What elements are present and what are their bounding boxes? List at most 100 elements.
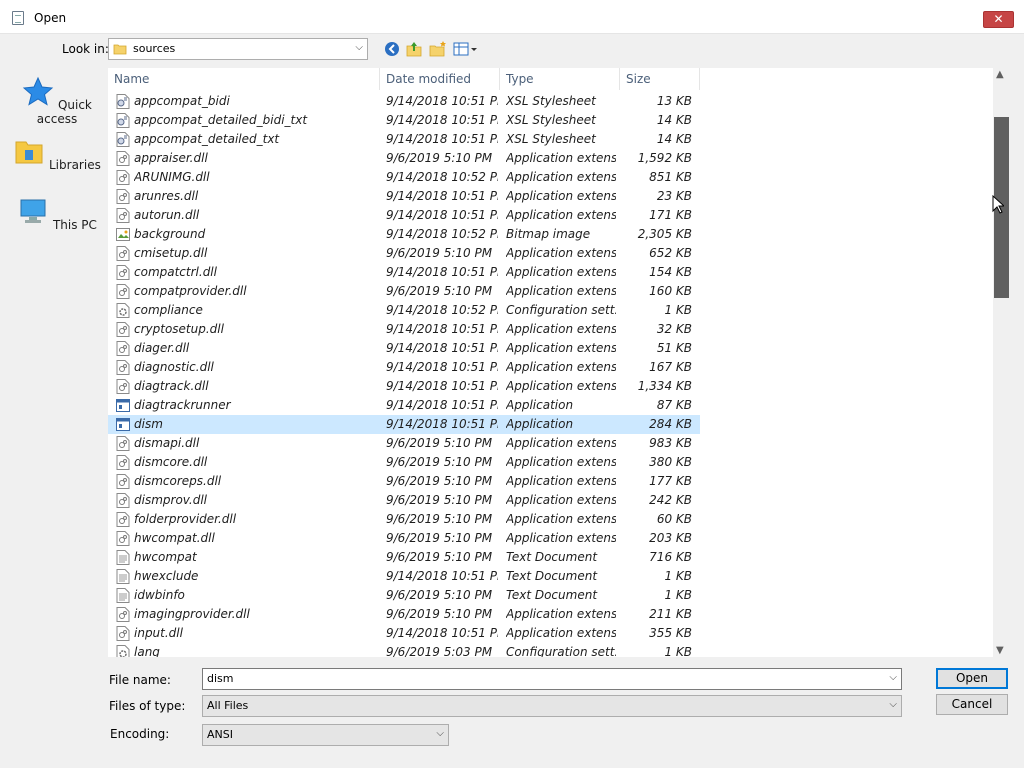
file-date: 9/14/2018 10:51 PM: [386, 626, 498, 640]
dll-file-icon: [116, 607, 130, 622]
cancel-button[interactable]: Cancel: [936, 694, 1008, 715]
file-row[interactable]: imagingprovider.dll 9/6/2019 5:10 PM Appli…: [108, 605, 700, 624]
file-type: Application extens...: [506, 265, 616, 279]
file-row[interactable]: arunres.dll 9/14/2018 10:51 PM Application…: [108, 187, 700, 206]
view-menu-icon[interactable]: [452, 40, 478, 58]
file-date: 9/6/2019 5:10 PM: [386, 550, 493, 564]
file-row[interactable]: background 9/14/2018 10:52 PM Bitmap image…: [108, 225, 700, 244]
dll-file-icon: [116, 322, 130, 337]
back-icon[interactable]: [382, 40, 402, 58]
look-in-combo[interactable]: sources ⌵: [108, 38, 368, 60]
chevron-down-icon[interactable]: ⌵: [889, 672, 897, 683]
scroll-down-icon[interactable]: ▼: [996, 645, 1004, 656]
file-size: 716 KB: [649, 550, 692, 564]
file-date: 9/6/2019 5:10 PM: [386, 474, 493, 488]
file-name: lang: [134, 645, 160, 658]
file-name: input.dll: [134, 626, 183, 640]
dll-file-icon: [116, 455, 130, 470]
file-date: 9/6/2019 5:10 PM: [386, 512, 493, 526]
up-folder-icon[interactable]: [404, 40, 424, 58]
file-row[interactable]: hwexclude 9/14/2018 10:51 PM Text Document…: [108, 567, 700, 586]
file-size: 1 KB: [664, 588, 692, 602]
file-row[interactable]: autorun.dll 9/14/2018 10:51 PM Application…: [108, 206, 700, 225]
file-name: imagingprovider.dll: [134, 607, 250, 621]
new-folder-icon[interactable]: [428, 40, 448, 58]
file-row[interactable]: diagtrackrunner 9/14/2018 10:51 PM Applica…: [108, 396, 700, 415]
file-date: 9/14/2018 10:51 PM: [386, 360, 498, 374]
xsl-file-icon: [116, 113, 130, 128]
file-size: 242 KB: [649, 493, 692, 507]
file-row[interactable]: lang 9/6/2019 5:03 PM Configuration sett..…: [108, 643, 700, 658]
file-name: appcompat_detailed_txt: [134, 132, 280, 146]
file-size: 1 KB: [664, 645, 692, 658]
file-row[interactable]: dismapi.dll 9/6/2019 5:10 PM Application e…: [108, 434, 700, 453]
dll-file-icon: [116, 493, 130, 508]
file-row[interactable]: diager.dll 9/14/2018 10:51 PM Application …: [108, 339, 700, 358]
file-row[interactable]: folderprovider.dll 9/6/2019 5:10 PM Applic…: [108, 510, 700, 529]
file-date: 9/14/2018 10:51 PM: [386, 265, 498, 279]
encoding-select[interactable]: ANSI ⌵: [202, 724, 449, 746]
dll-file-icon: [116, 379, 130, 394]
file-row[interactable]: cmisetup.dll 9/6/2019 5:10 PM Application …: [108, 244, 700, 263]
file-name: cmisetup.dll: [134, 246, 208, 260]
file-row[interactable]: idwbinfo 9/6/2019 5:10 PM Text Document 1 K…: [108, 586, 700, 605]
place-libraries[interactable]: Libraries: [10, 136, 104, 172]
look-in-value: sources: [133, 42, 176, 55]
file-name: cryptosetup.dll: [134, 322, 224, 336]
file-row[interactable]: appcompat_bidi 9/14/2018 10:51 PM XSL Styl…: [108, 92, 700, 111]
file-type-select[interactable]: All Files ⌵: [202, 695, 902, 717]
file-row[interactable]: dismcore.dll 9/6/2019 5:10 PM Application …: [108, 453, 700, 472]
column-type[interactable]: Type: [500, 68, 620, 90]
file-row[interactable]: dismprov.dll 9/6/2019 5:10 PM Application …: [108, 491, 700, 510]
file-row[interactable]: compliance 9/14/2018 10:52 PM Configuratio…: [108, 301, 700, 320]
file-name-input[interactable]: dism ⌵: [202, 668, 902, 690]
file-date: 9/6/2019 5:10 PM: [386, 436, 493, 450]
file-row[interactable]: hwcompat.dll 9/6/2019 5:10 PM Application …: [108, 529, 700, 548]
file-row[interactable]: input.dll 9/14/2018 10:51 PM Application e…: [108, 624, 700, 643]
column-size[interactable]: Size: [620, 68, 700, 90]
application-icon: [116, 398, 130, 413]
file-row[interactable]: appcompat_detailed_bidi_txt 9/14/2018 10:…: [108, 111, 700, 130]
file-row[interactable]: dism 9/14/2018 10:51 PM Application 284 KB: [108, 415, 700, 434]
column-date-modified[interactable]: Date modified: [380, 68, 500, 90]
place-label: This PC: [52, 218, 97, 232]
file-row[interactable]: ARUNIMG.dll 9/14/2018 10:52 PM Application…: [108, 168, 700, 187]
file-name: autorun.dll: [134, 208, 200, 222]
vertical-scrollbar[interactable]: ▲ ▼: [993, 67, 1010, 658]
place-quick-access[interactable]: Quick access: [10, 76, 104, 126]
file-row[interactable]: cryptosetup.dll 9/14/2018 10:51 PM Applica…: [108, 320, 700, 339]
dll-file-icon: [116, 170, 130, 185]
chevron-down-icon: ⌵: [436, 728, 444, 739]
file-size: 652 KB: [649, 246, 692, 260]
file-row[interactable]: diagtrack.dll 9/14/2018 10:51 PM Applicati…: [108, 377, 700, 396]
file-size: 355 KB: [649, 626, 692, 640]
file-row[interactable]: dismcoreps.dll 9/6/2019 5:10 PM Applicatio…: [108, 472, 700, 491]
file-date: 9/14/2018 10:51 PM: [386, 322, 498, 336]
place-this-pc[interactable]: This PC: [10, 196, 104, 232]
file-type: XSL Stylesheet: [506, 113, 596, 127]
close-button[interactable]: ✕: [983, 11, 1014, 28]
file-size: 284 KB: [649, 417, 692, 431]
file-date: 9/14/2018 10:51 PM: [386, 569, 498, 583]
file-type: Application extens...: [506, 189, 616, 203]
notepad-icon: [12, 11, 24, 25]
file-row[interactable]: appcompat_detailed_txt 9/14/2018 10:51 PM…: [108, 130, 700, 149]
file-list[interactable]: ^ Name Date modified Type Size appcompat…: [107, 67, 1011, 658]
file-type: Application extens...: [506, 151, 616, 165]
file-date: 9/14/2018 10:52 PM: [386, 227, 498, 241]
file-row[interactable]: hwcompat 9/6/2019 5:10 PM Text Document 716…: [108, 548, 700, 567]
file-row[interactable]: compatprovider.dll 9/6/2019 5:10 PM Applic…: [108, 282, 700, 301]
file-row[interactable]: compatctrl.dll 9/14/2018 10:51 PM Applicat…: [108, 263, 700, 282]
file-row[interactable]: diagnostic.dll 9/14/2018 10:51 PM Applicat…: [108, 358, 700, 377]
text-file-icon: [116, 569, 130, 584]
places-bar: Quick access Libraries This PC: [10, 68, 104, 658]
file-size: 983 KB: [649, 436, 692, 450]
file-row[interactable]: appraiser.dll 9/6/2019 5:10 PM Application…: [108, 149, 700, 168]
dll-file-icon: [116, 341, 130, 356]
scroll-up-icon[interactable]: ▲: [996, 69, 1004, 80]
file-type: Application extens...: [506, 474, 616, 488]
file-name: compatprovider.dll: [134, 284, 247, 298]
column-name[interactable]: Name: [108, 68, 380, 90]
open-button[interactable]: Open: [936, 668, 1008, 689]
file-type: Application extens...: [506, 208, 616, 222]
